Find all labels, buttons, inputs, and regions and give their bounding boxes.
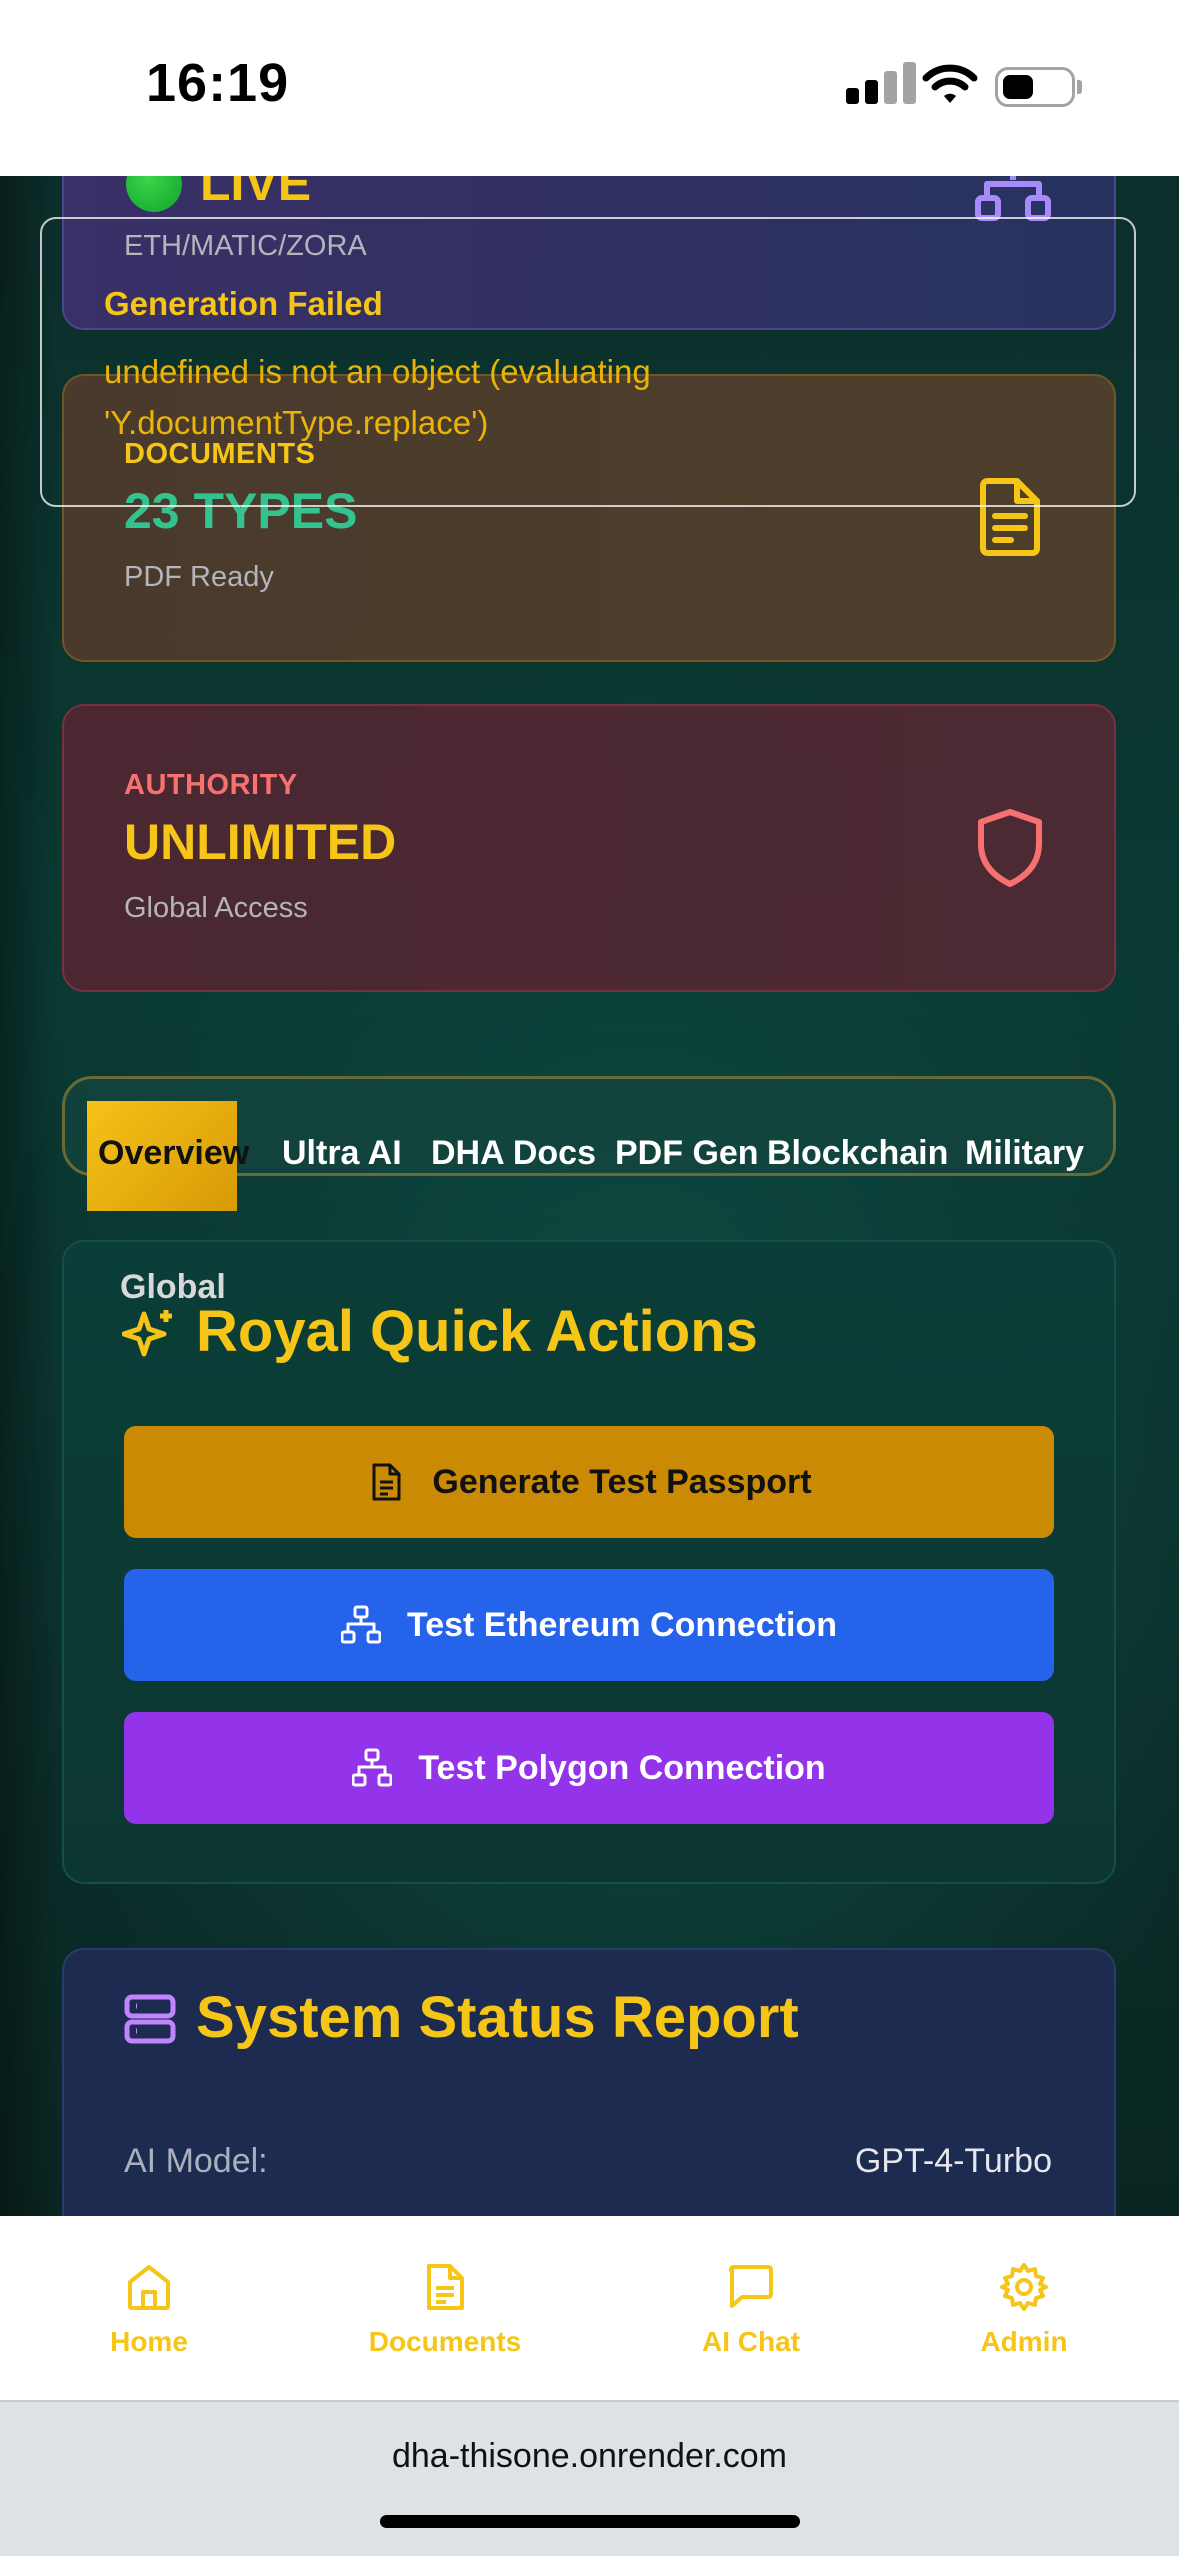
error-message: undefined is not an object (evaluating '… [104, 353, 651, 441]
tab-military[interactable]: Military [965, 1134, 1084, 1173]
wifi-icon [922, 64, 978, 103]
status-time: 16:19 [146, 53, 290, 113]
generate-test-passport-button[interactable]: Generate Test Passport [124, 1426, 1054, 1538]
battery-icon [995, 67, 1075, 107]
blockchain-status-value: LIVE [200, 176, 312, 211]
network-icon [340, 1605, 381, 1644]
documents-sub: PDF Ready [124, 561, 274, 593]
nav-admin[interactable]: Admin [924, 2262, 1124, 2358]
ai-model-label: AI Model: [124, 2142, 268, 2180]
tab-dha-docs[interactable]: DHA Docs [431, 1134, 596, 1173]
network-icon [975, 176, 1051, 221]
sparkles-icon [122, 1310, 172, 1357]
dashboard-content[interactable]: LIVE ETH/MATIC/ZORA DOCUMENTS 23 TYPES P… [0, 176, 1179, 2216]
nav-ai-chat[interactable]: AI Chat [651, 2262, 851, 2358]
server-icon [124, 1994, 176, 2044]
authority-label: AUTHORITY [124, 769, 298, 801]
nav-home[interactable]: Home [49, 2262, 249, 2358]
network-icon [352, 1748, 393, 1787]
tab-pdf-gen[interactable]: PDF Gen [615, 1134, 759, 1173]
browser-address-bar[interactable] [0, 2400, 1179, 2556]
error-title: Generation Failed [104, 285, 383, 322]
quick-actions-title: Royal Quick Actions [196, 1299, 758, 1364]
home-indicator [380, 2515, 800, 2528]
url-text[interactable]: dha-thisone.onrender.com [0, 2437, 1179, 2476]
ai-model-value: GPT-4-Turbo [854, 2142, 1052, 2180]
document-icon [372, 1463, 401, 1501]
system-status-title: System Status Report [196, 1985, 799, 2050]
test-polygon-connection-button[interactable]: Test Polygon Connection [124, 1712, 1054, 1824]
nav-documents[interactable]: Documents [345, 2262, 545, 2358]
cellular-signal-icon [846, 60, 916, 104]
home-icon [128, 2265, 170, 2310]
tab-ultra-ai[interactable]: Ultra AI [282, 1134, 402, 1173]
status-bar: 16:19 [0, 0, 1179, 176]
gear-icon [1000, 2263, 1048, 2311]
document-icon [427, 2264, 464, 2310]
tab-overview[interactable]: Overview [98, 1134, 249, 1173]
shield-icon [978, 809, 1042, 887]
test-ethereum-connection-button[interactable]: Test Ethereum Connection [124, 1569, 1054, 1681]
tab-blockchain[interactable]: Blockchain [767, 1134, 948, 1173]
authority-value: UNLIMITED [124, 814, 397, 870]
chat-icon [729, 2265, 773, 2308]
authority-sub: Global Access [124, 892, 308, 924]
